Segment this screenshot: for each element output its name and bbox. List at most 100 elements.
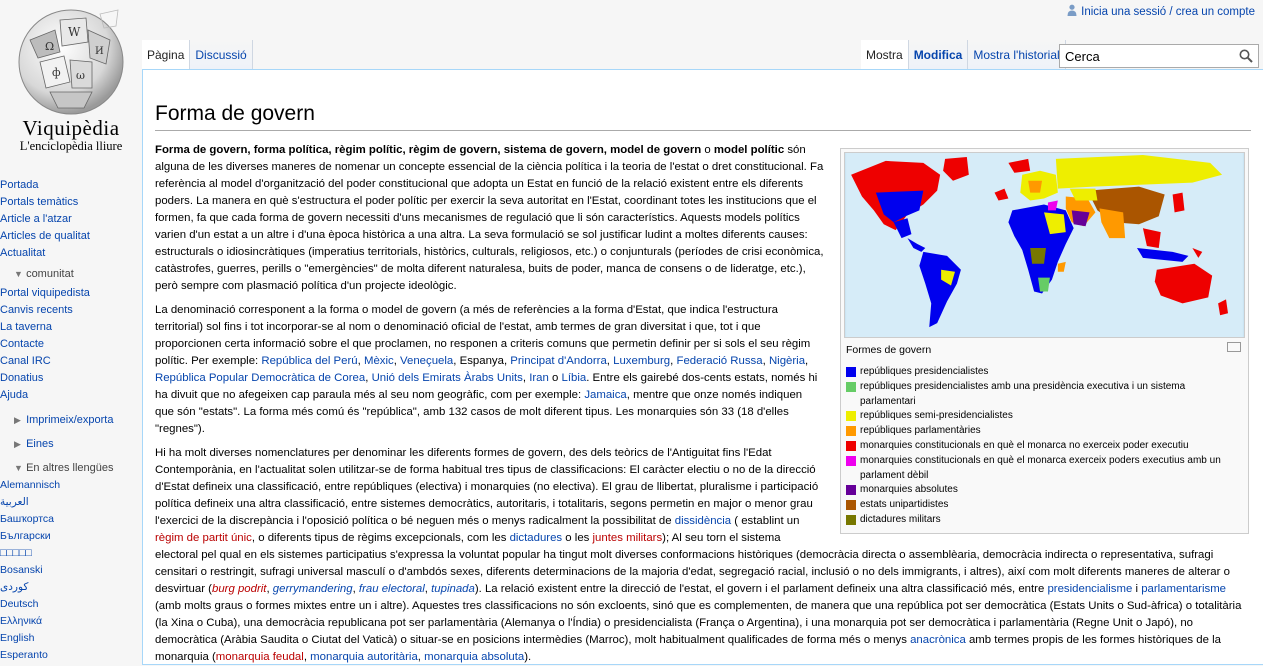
tab-history[interactable]: Mostra l'historial	[968, 40, 1066, 70]
tools-portlet-toggle[interactable]: ▶ Eines	[0, 436, 142, 459]
lang-link[interactable]: Bosanski	[0, 564, 43, 576]
tab-edit[interactable]: Modifica	[908, 40, 969, 70]
lang-link[interactable]: Deutsch	[0, 598, 39, 610]
nav-link[interactable]: Donatius	[0, 372, 43, 384]
caption-text: Formes de govern	[846, 344, 932, 356]
logo-tagline: L'enciclopèdia lliure	[19, 139, 123, 153]
lang-link[interactable]: کوردی	[0, 581, 28, 593]
lang-item[interactable]: العربية	[0, 495, 142, 512]
nav-link[interactable]: Ajuda	[0, 389, 28, 401]
lang-item[interactable]: □□□□□	[0, 546, 142, 563]
lang-item[interactable]: Български	[0, 529, 142, 546]
red-link[interactable]: monarquia feudal	[216, 651, 304, 663]
nav-link[interactable]: Article a l'atzar	[0, 213, 72, 225]
nav-link[interactable]: Portals temàtics	[0, 196, 78, 208]
enlarge-icon[interactable]	[1227, 342, 1241, 352]
nav-item-help[interactable]: Ajuda	[0, 388, 142, 405]
wiki-link[interactable]: Jamaica	[584, 389, 626, 401]
collapsed-triangle-icon: ▶	[14, 439, 21, 449]
wiki-link[interactable]: Federació Russa	[676, 355, 762, 367]
wiki-link[interactable]: Líbia	[562, 372, 587, 384]
lang-link[interactable]: Башҡортса	[0, 513, 54, 525]
wiki-link[interactable]: presidencialisme	[1047, 583, 1132, 595]
nav-link[interactable]: Articles de qualitat	[0, 230, 90, 242]
wiki-link[interactable]: Veneçuela	[400, 355, 453, 367]
wiki-link[interactable]: República Popular Democràtica de Corea	[155, 372, 365, 384]
login-link[interactable]: Inicia una sessió / crea un compte	[1081, 6, 1255, 18]
wiki-link[interactable]: frau electoral	[359, 583, 425, 595]
lang-item[interactable]: Deutsch	[0, 597, 142, 614]
wiki-link[interactable]: Luxemburg	[613, 355, 670, 367]
languages-portlet-toggle[interactable]: ▼ En altres llengües	[0, 460, 142, 478]
wiki-link[interactable]: anacrònica	[910, 634, 966, 646]
lang-item[interactable]: Башҡортса	[0, 512, 142, 529]
wiki-link[interactable]: gerrymandering	[273, 583, 353, 595]
nav-item-portal-viquipedista[interactable]: Portal viquipedista	[0, 286, 142, 303]
red-link[interactable]: règim de partit únic	[155, 532, 252, 544]
lang-item[interactable]: Alemannisch	[0, 478, 142, 495]
tab-page[interactable]: Pàgina	[142, 40, 191, 70]
lang-link[interactable]: Alemannisch	[0, 479, 60, 491]
nav-link[interactable]: La taverna	[0, 321, 52, 333]
wiki-link[interactable]: dictadures	[510, 532, 563, 544]
legend-item: dictadures militars	[846, 513, 1243, 528]
tab-label[interactable]: Discussió	[195, 48, 246, 62]
nav-item-taverna[interactable]: La taverna	[0, 320, 142, 337]
lang-item[interactable]: کوردی	[0, 580, 142, 597]
nav-link[interactable]: Contacte	[0, 338, 44, 350]
nav-item-recent-changes[interactable]: Canvis recents	[0, 303, 142, 320]
wiki-link[interactable]: dissidència	[675, 515, 731, 527]
print-portlet-toggle[interactable]: ▶ Imprimeix/exporta	[0, 412, 142, 435]
site-logo[interactable]: Ω W И ф ω Viquipèdia L'enciclopèdia lliu…	[0, 0, 142, 160]
nav-link[interactable]: Canal IRC	[0, 355, 51, 367]
wiki-link[interactable]: Nigèria	[769, 355, 805, 367]
wiki-link[interactable]: parlamentarisme	[1141, 583, 1226, 595]
wiki-link[interactable]: tupinada	[431, 583, 475, 595]
community-portlet-toggle[interactable]: ▼ comunitat	[0, 266, 142, 286]
user-icon	[1067, 4, 1077, 16]
tab-read[interactable]: Mostra	[861, 40, 909, 70]
world-map-image[interactable]	[844, 152, 1245, 338]
tab-discussion[interactable]: Discussió	[190, 40, 253, 70]
nav-item-portals[interactable]: Portals temàtics	[0, 195, 142, 212]
lang-item[interactable]: Bosanski	[0, 563, 142, 580]
wiki-link[interactable]: República del Perú	[261, 355, 357, 367]
wiki-link[interactable]: Mèxic	[364, 355, 394, 367]
wiki-link[interactable]: Principat d'Andorra	[510, 355, 607, 367]
lang-link[interactable]: Esperanto	[0, 649, 48, 661]
search-icon[interactable]	[1239, 49, 1253, 63]
nav-link[interactable]: Portal viquipedista	[0, 287, 90, 299]
lang-item[interactable]: Esperanto	[0, 648, 142, 665]
nav-item-irc[interactable]: Canal IRC	[0, 354, 142, 371]
legend-label: repúbliques presidencialistes	[860, 366, 989, 377]
red-link[interactable]: burg podrit	[212, 583, 266, 595]
red-link[interactable]: juntes militars	[593, 532, 663, 544]
lang-link[interactable]: Български	[0, 530, 51, 542]
nav-item-donate[interactable]: Donatius	[0, 371, 142, 388]
lang-link[interactable]: English	[0, 632, 34, 644]
legend-label: dictadures militars	[860, 513, 941, 525]
lang-item[interactable]: Ελληνικά	[0, 614, 142, 631]
portlet-heading[interactable]: Eines	[26, 438, 54, 450]
wiki-link[interactable]: Unió dels Emirats Àrabs Units	[372, 372, 523, 384]
nav-link[interactable]: Actualitat	[0, 247, 45, 259]
nav-item-random[interactable]: Article a l'atzar	[0, 212, 142, 229]
wiki-link[interactable]: monarquia autoritària	[310, 651, 418, 663]
lang-link[interactable]: Ελληνικά	[0, 615, 42, 627]
lang-link[interactable]: □□□□□	[0, 547, 32, 559]
wiki-link[interactable]: Iran	[529, 372, 549, 384]
nav-item-quality[interactable]: Articles de qualitat	[0, 229, 142, 246]
nav-item-portada[interactable]: Portada	[0, 178, 142, 195]
tab-label[interactable]: Mostra l'historial	[973, 48, 1059, 62]
nav-item-news[interactable]: Actualitat	[0, 246, 142, 263]
nav-link[interactable]: Canvis recents	[0, 304, 73, 316]
tab-label[interactable]: Modifica	[914, 48, 963, 62]
lang-link[interactable]: العربية	[0, 496, 29, 508]
nav-link[interactable]: Portada	[0, 179, 39, 191]
portlet-heading[interactable]: Imprimeix/exporta	[26, 414, 113, 426]
nav-item-contact[interactable]: Contacte	[0, 337, 142, 354]
wiki-link[interactable]: monarquia absoluta	[424, 651, 524, 663]
text-run: ( establint un	[731, 515, 800, 527]
lang-item[interactable]: English	[0, 631, 142, 648]
search-input[interactable]: Cerca	[1059, 44, 1259, 68]
